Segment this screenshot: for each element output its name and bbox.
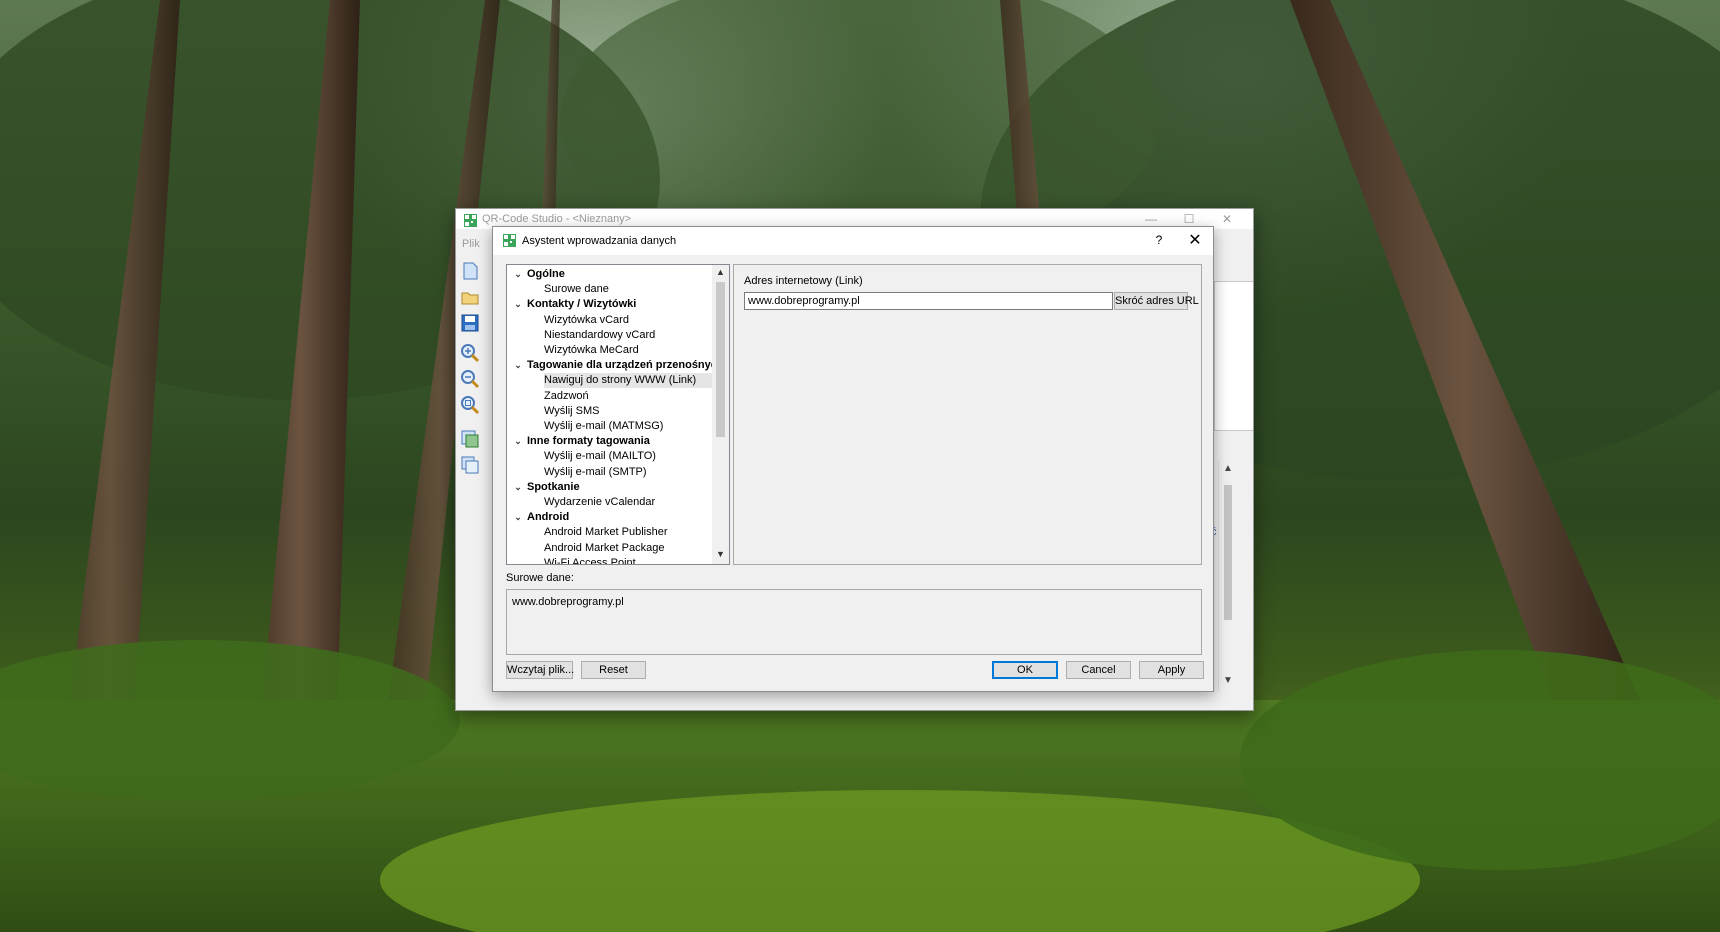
scroll-up-icon[interactable]: ▲ (712, 267, 729, 277)
dialog-titlebar: Asystent wprowadzania danych ? ✕ (493, 227, 1213, 255)
tree-item-label: Wyślij e-mail (SMTP) (544, 465, 647, 478)
tree-category[interactable]: ⌄ Spotkanie (514, 480, 580, 495)
scroll-up-icon[interactable]: ▲ (1219, 463, 1237, 474)
app-close-button[interactable]: ✕ (1210, 211, 1244, 227)
tree-item-label: Niestandardowy vCard (544, 328, 656, 341)
tree-item-label: Kontakty / Wizytówki (527, 298, 637, 311)
tree-scrollbar[interactable]: ▲ ▼ (712, 265, 729, 564)
tree-item-label: Wi-Fi Access Point (544, 556, 636, 565)
chevron-down-icon[interactable]: ⌄ (513, 358, 523, 373)
chevron-down-icon[interactable]: ⌄ (513, 267, 523, 282)
tree-category[interactable]: ⌄ Ogólne (514, 267, 565, 282)
cancel-button[interactable]: Cancel (1066, 661, 1131, 679)
category-tree[interactable]: ⌄ Ogólne Surowe dane ⌄ Kontakty / Wizytówki W… (506, 264, 730, 565)
reset-button[interactable]: Reset (581, 661, 646, 679)
chevron-down-icon[interactable]: ⌄ (513, 434, 523, 449)
tree-item-label: Wyślij e-mail (MATMSG) (544, 420, 664, 432)
tree-category[interactable]: ⌄ Kontakty / Wizytówki (514, 297, 637, 312)
data-entry-wizard-dialog: Asystent wprowadzania danych ? ✕ ⌄ Ogólne… (492, 226, 1214, 692)
menu-file[interactable]: Plik (462, 238, 480, 250)
maximize-button[interactable]: ☐ (1172, 211, 1206, 227)
tree-item[interactable]: Android Market Package (544, 541, 664, 556)
tree-item-label: Spotkanie (527, 480, 580, 493)
tree-item[interactable]: Android Market Publisher (544, 525, 668, 540)
tree-item-label: Wizytówka vCard (544, 313, 629, 326)
zoom-in-icon[interactable] (460, 343, 480, 363)
tree-item[interactable]: Wizytówka vCard (544, 313, 629, 328)
tree-item-label: Inne formaty tagowania (527, 435, 650, 448)
tree-item-label: Wyślij SMS (544, 404, 600, 417)
tree-item-label: Wydarzenie vCalendar (544, 496, 656, 508)
tree-item[interactable]: Wyślij e-mail (SMTP) (544, 465, 647, 480)
app-title: QR-Code Studio - <Nieznany> (482, 213, 632, 225)
tree-category[interactable]: ⌄ Android (514, 510, 570, 525)
help-button[interactable]: ? (1149, 233, 1169, 251)
copy-image-icon[interactable] (460, 455, 480, 475)
scroll-down-icon[interactable]: ▼ (712, 549, 729, 559)
ok-button[interactable]: OK (992, 661, 1058, 679)
url-label: Adres internetowy (Link) (744, 275, 863, 287)
tree-item[interactable]: Wyślij e-mail (MATMSG) (544, 419, 663, 434)
load-file-button[interactable]: Wczytaj plik... (506, 661, 574, 679)
tree-item[interactable]: Zadzwoń (544, 389, 589, 404)
zoom-fit-icon[interactable] (460, 395, 480, 415)
app-vertical-scrollbar[interactable]: ▲ ▼ (1218, 461, 1237, 691)
url-input[interactable]: www.dobreprogramy.pl (744, 292, 1113, 310)
tree-item-label: Zadzwoń (544, 389, 589, 402)
qr-code-dialog-icon (503, 234, 516, 247)
zoom-out-icon[interactable] (460, 369, 480, 389)
chevron-down-icon[interactable]: ⌄ (513, 480, 523, 495)
tree-item[interactable]: Niestandardowy vCard (544, 328, 655, 343)
apply-button[interactable]: Apply (1139, 661, 1204, 679)
tree-item-label: Wizytówka MeCard (544, 344, 639, 356)
tree-category[interactable]: ⌄ Inne formaty tagowania (514, 434, 650, 449)
open-folder-icon[interactable] (460, 287, 480, 307)
new-document-icon[interactable] (460, 261, 480, 281)
dialog-close-button[interactable]: ✕ (1183, 232, 1207, 252)
export-image-icon[interactable] (460, 429, 480, 449)
chevron-down-icon[interactable]: ⌄ (513, 297, 523, 312)
tree-item-label: Android Market Publisher (544, 526, 668, 539)
qr-preview-panel (1214, 281, 1253, 431)
raw-data-label: Surowe dane: (506, 572, 574, 584)
dialog-title: Asystent wprowadzania danych (522, 235, 677, 247)
tree-item-label: Nawiguj do strony WWW (Link) (544, 374, 697, 387)
tree-item[interactable]: Surowe dane (544, 282, 609, 297)
tree-scrollbar-thumb[interactable] (716, 282, 725, 437)
qr-code-app-icon (464, 214, 477, 227)
tree-category[interactable]: ⌄ Tagowanie dla urządzeń przenośnych (514, 358, 724, 373)
tree-item[interactable]: Nawiguj do strony WWW (Link) (544, 373, 715, 389)
tree-item-label: Tagowanie dla urządzeń przenośnych (527, 359, 724, 372)
tree-item-label: Android Market Package (544, 541, 665, 554)
tree-item-label: Ogólne (527, 268, 565, 280)
tree-item-label: Wyślij e-mail (MAILTO) (544, 450, 656, 463)
tree-item[interactable]: Wyślij SMS (544, 404, 600, 419)
tree-item[interactable]: Wydarzenie vCalendar (544, 495, 655, 510)
tree-item[interactable]: Wi-Fi Access Point (544, 556, 636, 565)
tree-item[interactable]: Wyślij e-mail (MAILTO) (544, 449, 656, 464)
raw-data-field[interactable]: www.dobreprogramy.pl (506, 589, 1202, 655)
tree-item-label: Surowe dane (544, 283, 609, 296)
scroll-down-icon[interactable]: ▼ (1219, 675, 1237, 686)
tree-item-label: Android (527, 511, 570, 524)
link-settings-panel: Adres internetowy (Link) www.dobreprogra… (733, 264, 1202, 565)
scrollbar-thumb[interactable] (1224, 485, 1232, 620)
save-icon[interactable] (460, 313, 480, 333)
shorten-url-button[interactable]: Skróć adres URL (1114, 292, 1199, 310)
tree-item[interactable]: Wizytówka MeCard (544, 343, 639, 358)
minimize-button[interactable]: — (1134, 211, 1168, 227)
chevron-down-icon[interactable]: ⌄ (513, 510, 523, 525)
raw-data-value: www.dobreprogramy.pl (512, 596, 624, 608)
